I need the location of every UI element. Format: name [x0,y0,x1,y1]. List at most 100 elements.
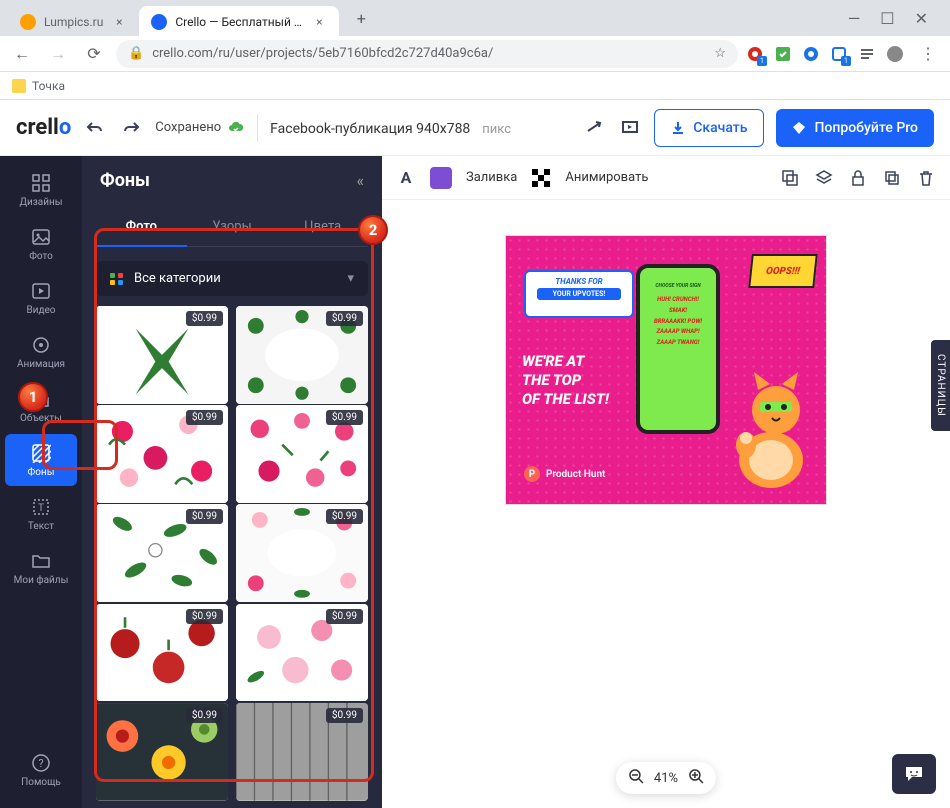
redo-button[interactable] [119,116,143,140]
present-button[interactable] [618,116,642,140]
zoom-control: 41% [616,762,716,794]
try-pro-button[interactable]: Попробуйте Pro [776,109,934,147]
animate-label[interactable]: Анимировать [565,170,648,185]
favicon [151,14,167,30]
artboard[interactable]: THANKS FOR YOUR UPVOTES! OOPS!!! CHOOSE … [506,236,826,504]
collapse-icon[interactable]: « [356,171,364,190]
undo-button[interactable] [83,116,107,140]
speech-bubble: THANKS FOR YOUR UPVOTES! [524,270,634,318]
fill-label: Заливка [466,170,517,185]
maximize-icon[interactable]: ☐ [880,9,894,28]
bg-thumb[interactable]: $0.99 [96,306,228,404]
sidebar-item-text[interactable]: T Текст [5,488,77,540]
diamond-icon [792,121,806,135]
tab-photo[interactable]: Фото [96,209,187,246]
oops-bubble: OOPS!!! [748,254,818,288]
bg-thumb[interactable]: $0.99 [236,306,368,404]
bg-thumb[interactable]: $0.99 [96,604,228,702]
chat-button[interactable] [892,754,936,794]
bookmark-item[interactable]: Точка [12,79,65,93]
transparency-icon[interactable] [531,168,551,188]
canvas-area: A Заливка Анимировать THANKS FOR YOUR UP… [382,156,950,808]
bg-thumb[interactable]: $0.99 [236,604,368,702]
bg-thumb[interactable]: $0.99 [96,405,228,503]
play-icon [30,280,52,302]
share-button[interactable] [582,116,606,140]
sidebar: Дизайны Фото Видео Анимация Объекты Фоны… [0,156,82,808]
thumbnail-grid: $0.99 $0.99 $0.99 $0.99 $0.99 $0.99 $0.9… [82,306,382,808]
bookmark-label: Точка [32,79,65,93]
browser-tab[interactable]: Lumpics.ru × [8,6,139,38]
backgrounds-panel: Фоны « Фото Узоры Цвета Все категории ▾ … [82,156,382,808]
reload-button[interactable]: ⟳ [80,40,108,68]
bg-thumb[interactable]: $0.99 [236,703,368,801]
url-text: crello.com/ru/user/projects/5eb7160bfcd2… [152,46,493,61]
grid-dots-icon [110,273,124,285]
ext-icon[interactable]: 1 [830,45,848,63]
folder-icon [30,550,52,572]
bg-thumb[interactable]: $0.99 [236,405,368,503]
font-tool[interactable]: A [396,168,416,188]
sidebar-item-help[interactable]: ? Помощь [5,744,77,796]
zoom-out-button[interactable] [628,768,644,788]
sidebar-item-myfiles[interactable]: Мои файлы [5,542,77,594]
close-icon[interactable]: × [111,14,127,30]
sidebar-item-designs[interactable]: Дизайны [5,164,77,216]
sidebar-item-backgrounds[interactable]: Фоны [5,434,77,486]
minimize-icon[interactable]: — [848,9,861,28]
hatch-icon [30,442,52,464]
bg-thumb[interactable]: $0.99 [236,504,368,602]
ext-icon[interactable] [774,45,792,63]
canvas-viewport[interactable]: THANKS FOR YOUR UPVOTES! OOPS!!! CHOOSE … [382,200,950,808]
ext-icon[interactable]: 1 [746,45,764,63]
text-icon: T [30,496,52,518]
close-icon[interactable]: ✕ [915,9,928,28]
app-body: Дизайны Фото Видео Анимация Объекты Фоны… [0,156,950,808]
annotation-marker-1: 1 [18,382,48,412]
menu-icon[interactable]: ⋮ [914,40,942,68]
layers-icon[interactable] [814,168,834,188]
sidebar-item-animation[interactable]: Анимация [5,326,77,378]
logo[interactable]: crello [16,115,71,140]
fill-swatch[interactable] [430,167,452,189]
headline-text: WE'RE AT THE TOP OF THE LIST! [522,352,609,408]
tab-colors[interactable]: Цвета [277,209,368,246]
browser-tab-active[interactable]: Crello — Бесплатный инструмен × [139,6,339,38]
bg-thumb[interactable]: $0.99 [96,504,228,602]
image-icon [30,226,52,248]
saved-label: Сохранено [155,120,221,135]
tab-title: Lumpics.ru [44,15,103,29]
close-icon[interactable]: × [311,14,327,30]
forward-button[interactable]: → [44,40,72,68]
avatar[interactable] [886,45,904,63]
pages-tab[interactable]: СТРАНИЦЫ [931,340,950,431]
zoom-value: 41% [654,771,678,786]
download-button[interactable]: Скачать [654,109,764,147]
help-icon: ? [30,752,52,774]
bg-thumb[interactable]: $0.99 [96,703,228,801]
sidebar-item-video[interactable]: Видео [5,272,77,324]
tab-patterns[interactable]: Узоры [187,209,278,246]
svg-text:?: ? [38,757,43,770]
ext-icon[interactable] [858,45,876,63]
sidebar-item-photo[interactable]: Фото [5,218,77,270]
copy-icon[interactable] [882,168,902,188]
trash-icon[interactable] [916,168,936,188]
cat-illustration [716,370,816,490]
product-hunt-badge: P Product Hunt [524,466,605,482]
ext-icon[interactable] [802,45,820,63]
svg-text:T: T [38,503,44,514]
back-button[interactable]: ← [8,40,36,68]
new-tab-button[interactable]: + [347,4,375,32]
grid-icon [30,172,52,194]
project-name[interactable]: Facebook-публикация 940x788 пикс [270,118,511,137]
tab-title: Crello — Бесплатный инструмен [175,15,303,29]
chevron-down-icon: ▾ [347,271,354,286]
lock-icon[interactable] [848,168,868,188]
panel-title: Фоны [100,170,150,191]
url-input[interactable]: 🔒 crello.com/ru/user/projects/5eb7160bfc… [116,40,738,68]
zoom-in-button[interactable] [688,768,704,788]
effects-icon[interactable] [780,168,800,188]
star-icon[interactable]: ☆ [714,46,726,61]
category-select[interactable]: Все категории ▾ [96,261,368,296]
